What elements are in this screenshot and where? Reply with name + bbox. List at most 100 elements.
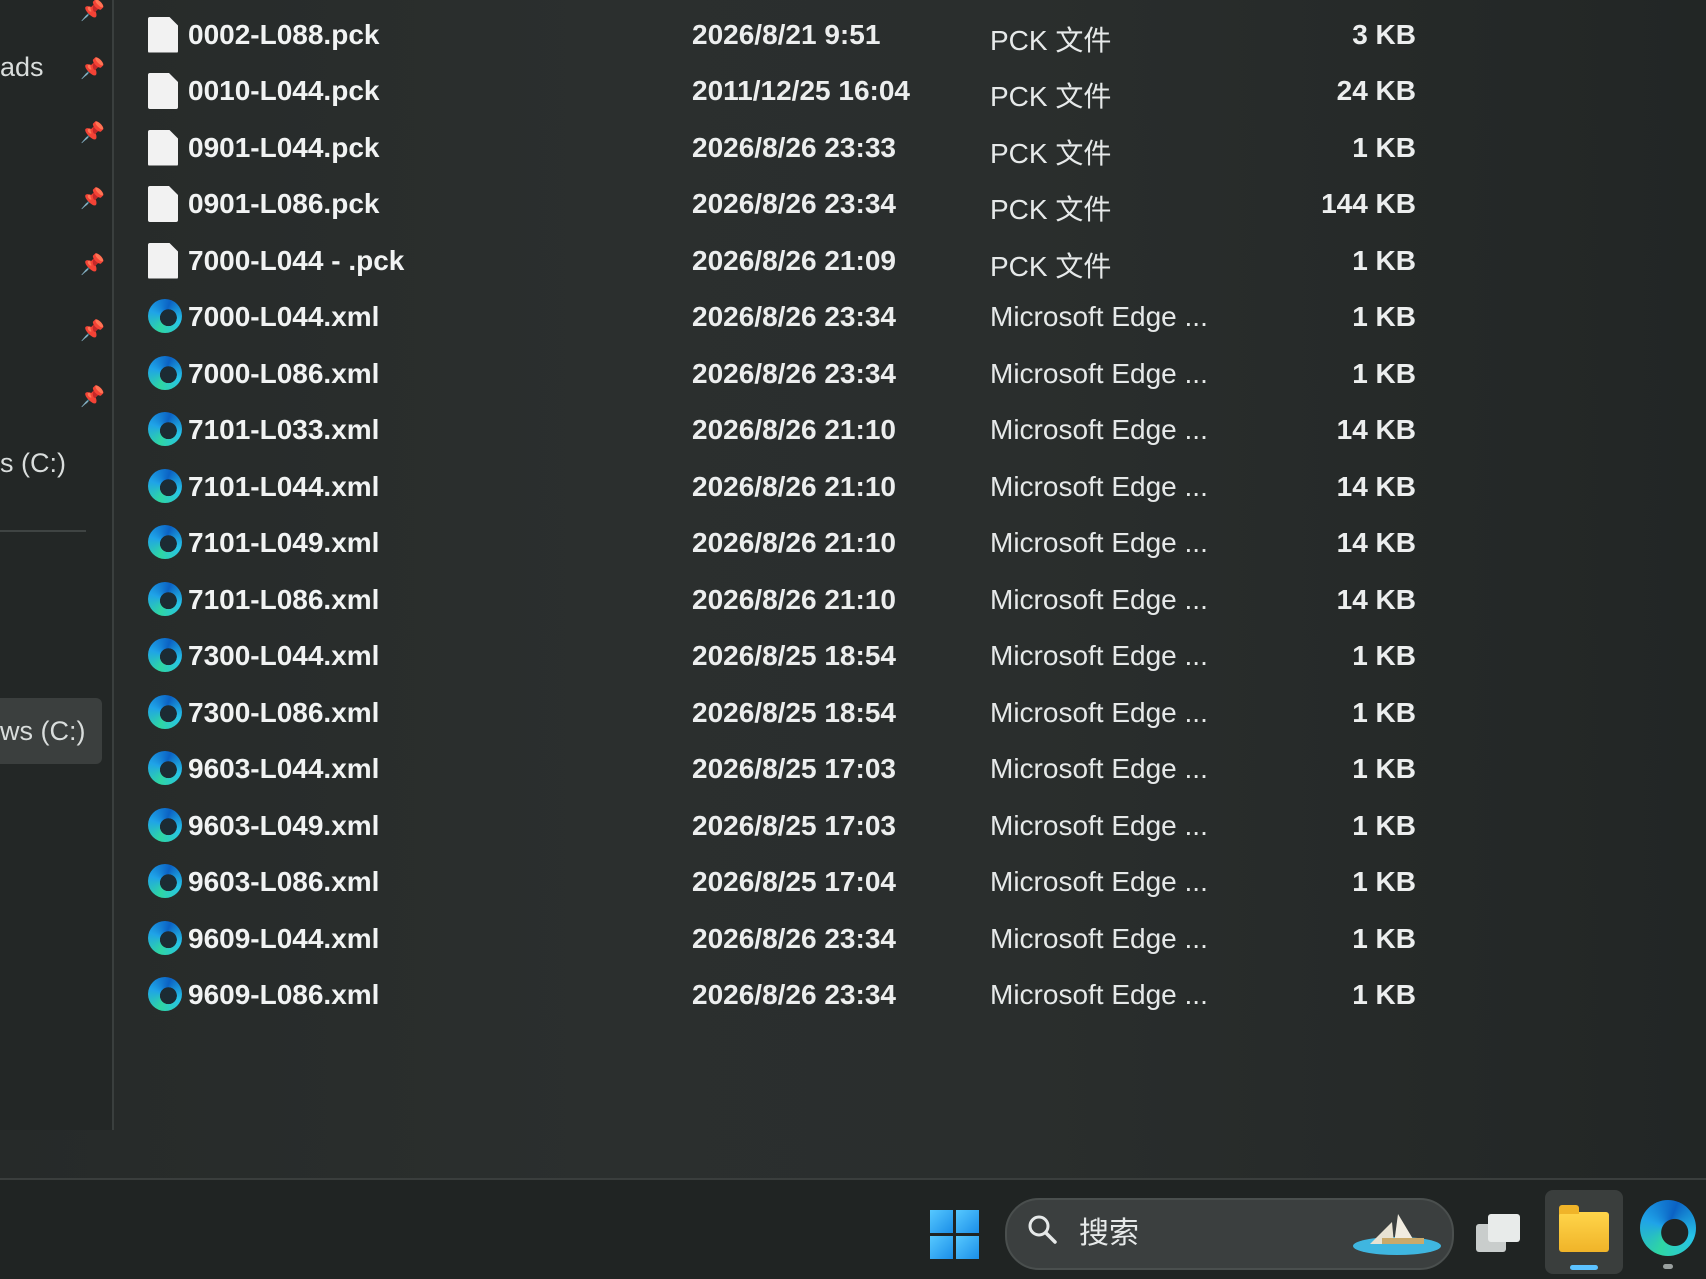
file-row[interactable]: 0901-L086.pck 2026/8/26 23:34 PCK 文件 144 KB [140, 176, 1440, 232]
document-file-icon [148, 242, 178, 279]
file-size: 24 KB [1336, 75, 1416, 106]
file-row[interactable]: 7101-L049.xml 2026/8/26 21:10 Microsoft Ed… [140, 515, 1440, 571]
file-date-modified: 2026/8/26 23:34 [692, 188, 896, 219]
file-name: 7000-L044 - .pck [188, 244, 405, 276]
file-date-modified: 2026/8/26 21:10 [692, 414, 896, 445]
file-row[interactable]: 9609-L086.xml 2026/8/26 23:34 Microsoft Ed… [140, 967, 1440, 1023]
file-date-modified: 2026/8/26 21:10 [692, 527, 896, 558]
file-type: Microsoft Edge ... [990, 753, 1208, 784]
file-name: 9603-L086.xml [188, 866, 380, 897]
pin-icon[interactable]: 📌 [80, 0, 105, 22]
task-view-icon[interactable] [1470, 1206, 1526, 1262]
file-type: Microsoft Edge ... [990, 470, 1208, 502]
nav-item-windows-c-label[interactable]: ws (C:) [0, 716, 85, 747]
file-row[interactable]: 9603-L049.xml 2026/8/25 17:03 Microsoft Ed… [140, 798, 1440, 854]
navigation-pane[interactable]: ads s (C:) ws (C:) 📌 📌 📌 📌 📌 📌 📌 [0, 0, 114, 1130]
edge-browser-icon[interactable] [1640, 1200, 1696, 1256]
file-type: Microsoft Edge ... [990, 414, 1208, 445]
edge-file-icon [148, 581, 182, 616]
pin-icon[interactable]: 📌 [80, 320, 105, 342]
file-date-modified: 2026/8/26 23:34 [692, 357, 896, 389]
pin-icon[interactable]: 📌 [80, 58, 105, 80]
file-row[interactable]: 9603-L044.xml 2026/8/25 17:03 Microsoft Ed… [140, 741, 1440, 797]
file-date-modified: 2026/8/25 18:54 [692, 696, 896, 728]
file-row[interactable]: 7000-L044 - .pck 2026/8/26 21:09 PCK 文件 1 K… [140, 233, 1440, 289]
file-row[interactable]: 7300-L086.xml 2026/8/25 18:54 Microsoft Ed… [140, 685, 1440, 741]
file-name: 0901-L086.pck [188, 188, 380, 219]
file-row[interactable]: 7101-L086.xml 2026/8/26 21:10 Microsoft Ed… [140, 572, 1440, 628]
file-explorer-button[interactable] [1545, 1190, 1623, 1274]
file-date-modified: 2026/8/25 18:54 [692, 640, 896, 671]
file-size: 144 KB [1321, 188, 1416, 219]
file-name: 0002-L088.pck [188, 18, 380, 50]
file-size: 1 KB [1352, 809, 1416, 841]
file-row[interactable]: 9603-L086.xml 2026/8/25 17:04 Microsoft Ed… [140, 854, 1440, 910]
edge-file-icon [148, 751, 182, 785]
file-name: 7101-L044.xml [188, 470, 380, 502]
file-size: 1 KB [1352, 131, 1416, 163]
file-date-modified: 2026/8/26 23:34 [692, 979, 896, 1010]
file-date-modified: 2026/8/25 17:03 [692, 809, 896, 841]
file-row[interactable]: 7300-L044.xml 2026/8/25 18:54 Microsoft Ed… [140, 628, 1440, 684]
file-name: 7300-L086.xml [188, 696, 380, 728]
document-file-icon [148, 129, 178, 166]
file-row[interactable]: 0901-L044.pck 2026/8/26 23:33 PCK 文件 1 KB [140, 120, 1440, 176]
file-size: 1 KB [1352, 922, 1416, 954]
search-input[interactable] [1077, 1212, 1331, 1254]
pin-icon[interactable]: 📌 [80, 122, 105, 144]
file-type: PCK 文件 [990, 24, 1112, 56]
taskbar [0, 1178, 1706, 1279]
running-app-indicator [1663, 1264, 1673, 1269]
pin-icon[interactable]: 📌 [80, 386, 105, 408]
file-type: Microsoft Edge ... [990, 866, 1208, 897]
file-row[interactable]: 0002-L088.pck2026/8/21 9:51PCK 文件3 KB [140, 0, 1440, 6]
file-type: PCK 文件 [990, 137, 1112, 169]
file-type: Microsoft Edge ... [990, 809, 1208, 841]
file-size: 1 KB [1352, 301, 1416, 332]
file-type: Microsoft Edge ... [990, 583, 1208, 615]
file-row[interactable]: 7101-L044.xml 2026/8/26 21:10 Microsoft Ed… [140, 459, 1440, 515]
start-button[interactable] [930, 1210, 980, 1260]
file-name: 7000-L044.xml [188, 301, 380, 332]
file-row[interactable]: 0002-L088.pck2026/8/21 9:51PCK 文件3 KB [140, 7, 1440, 63]
nav-divider [0, 530, 86, 532]
file-name: 9609-L044.xml [188, 922, 380, 954]
document-file-icon [148, 16, 178, 53]
file-size: 3 KB [1352, 18, 1416, 50]
file-size: 14 KB [1336, 414, 1416, 445]
file-size: 1 KB [1352, 244, 1416, 276]
file-type: PCK 文件 [990, 194, 1112, 225]
file-size: 1 KB [1352, 696, 1416, 728]
file-type: PCK 文件 [990, 250, 1112, 282]
file-row[interactable]: 0010-L044.pck 2011/12/25 16:04 PCK 文件 24 KB [140, 63, 1440, 119]
file-row[interactable]: 9609-L044.xml 2026/8/26 23:34 Microsoft Ed… [140, 911, 1440, 967]
file-size: 1 KB [1352, 640, 1416, 671]
file-row[interactable]: 7101-L033.xml 2026/8/26 21:10 Microsoft Ed… [140, 402, 1440, 458]
file-type: Microsoft Edge ... [990, 640, 1208, 671]
pin-icon[interactable]: 📌 [80, 188, 105, 210]
file-name: 7101-L049.xml [188, 527, 380, 558]
file-type: Microsoft Edge ... [990, 922, 1208, 954]
file-name: 9603-L044.xml [188, 753, 380, 784]
file-date-modified: 2026/8/26 21:10 [692, 583, 896, 615]
file-row[interactable]: 7000-L044.xml 2026/8/26 23:34 Microsoft Ed… [140, 289, 1440, 345]
pin-icon[interactable]: 📌 [80, 254, 105, 276]
edge-file-icon [148, 299, 182, 333]
file-size: 1 KB [1352, 866, 1416, 897]
edge-file-icon [148, 355, 182, 390]
search-highlight-art-icon [1353, 1214, 1441, 1255]
file-date-modified: 2011/12/25 16:04 [692, 75, 910, 106]
file-row[interactable]: 7000-L086.xml 2026/8/26 23:34 Microsoft Ed… [140, 346, 1440, 402]
nav-item-downloads-label[interactable]: ads [0, 52, 44, 83]
file-size: 14 KB [1336, 527, 1416, 558]
nav-item-drive-c-label[interactable]: s (C:) [0, 448, 66, 479]
edge-file-icon [148, 412, 182, 446]
file-name: 9609-L086.xml [188, 979, 380, 1010]
edge-file-icon [148, 468, 182, 503]
file-date-modified: 2026/8/26 23:34 [692, 301, 896, 332]
taskbar-search-box[interactable] [1005, 1198, 1454, 1270]
file-date-modified: 2026/8/26 21:10 [692, 470, 896, 502]
file-name: 7101-L033.xml [188, 414, 380, 445]
windows-start-icon [956, 1236, 979, 1259]
windows-start-icon [930, 1210, 953, 1233]
